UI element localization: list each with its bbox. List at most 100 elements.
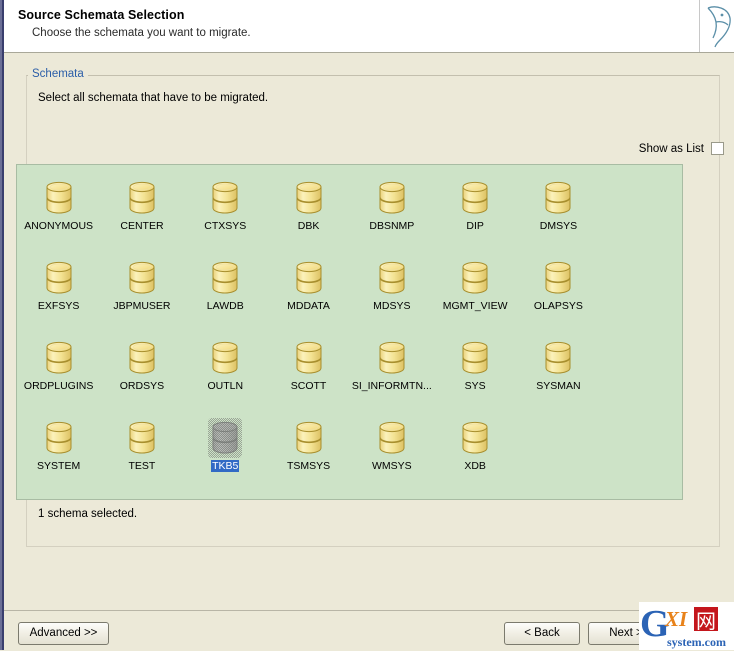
schema-item[interactable]: DBK (267, 173, 350, 253)
database-cylinder-icon (209, 179, 241, 217)
schema-item-label: TSMSYS (286, 460, 331, 472)
page-title: Source Schemata Selection (18, 8, 185, 22)
database-cylinder-icon (376, 339, 408, 377)
schema-item[interactable]: SYSTEM (17, 413, 100, 493)
schema-item[interactable]: SYSMAN (517, 333, 600, 413)
next-button[interactable]: Next > (588, 622, 664, 645)
dialog-content: Schemata Select all schemata that have t… (4, 53, 734, 610)
schema-item[interactable]: LAWDB (184, 253, 267, 333)
schemata-groupbox-legend: Schemata (28, 68, 88, 81)
schema-item[interactable]: WMSYS (350, 413, 433, 493)
database-cylinder-icon (293, 259, 325, 297)
database-cylinder-icon (43, 419, 75, 457)
schema-item[interactable]: SYS (433, 333, 516, 413)
database-cylinder-icon (126, 339, 158, 377)
database-cylinder-icon (43, 259, 75, 297)
schema-item[interactable]: TSMSYS (267, 413, 350, 493)
database-cylinder-icon (43, 339, 75, 377)
show-as-list-checkbox[interactable] (711, 142, 724, 155)
database-cylinder-icon (542, 339, 574, 377)
back-button[interactable]: < Back (504, 622, 580, 645)
database-cylinder-icon (293, 419, 325, 457)
schema-item-label: JBPMUSER (113, 300, 171, 312)
schema-item[interactable]: DMSYS (517, 173, 600, 253)
schema-item-label: ORDPLUGINS (23, 380, 94, 392)
schema-item[interactable]: CENTER (100, 173, 183, 253)
database-cylinder-icon (459, 179, 491, 217)
database-cylinder-icon (126, 419, 158, 457)
schema-item-label: CENTER (120, 220, 164, 232)
database-cylinder-icon (208, 418, 243, 458)
database-cylinder-icon (209, 259, 241, 297)
database-cylinder-icon (209, 339, 241, 377)
schema-item[interactable]: TEST (100, 413, 183, 493)
database-cylinder-icon (542, 259, 574, 297)
database-cylinder-icon (293, 339, 325, 377)
schema-item[interactable]: DBSNMP (350, 173, 433, 253)
database-cylinder-icon (459, 339, 491, 377)
instruction-text: Select all schemata that have to be migr… (38, 92, 269, 104)
database-cylinder-icon (376, 259, 408, 297)
schema-item-label: MDDATA (287, 300, 330, 312)
schema-item-label: ANONYMOUS (24, 220, 94, 232)
schema-item-label: WMSYS (372, 460, 412, 472)
schema-item[interactable]: EXFSYS (17, 253, 100, 333)
dialog-left-rail-highlight (0, 0, 2, 650)
database-cylinder-icon (459, 259, 491, 297)
schema-item-label: SYSMAN (536, 380, 581, 392)
schema-item-label: DBSNMP (369, 220, 415, 232)
database-cylinder-icon (459, 419, 491, 457)
schema-item[interactable]: MGMT_VIEW (433, 253, 516, 333)
schema-item-label: XDB (464, 460, 486, 472)
schema-item[interactable]: TKB5 (184, 413, 267, 493)
schema-item[interactable]: MDSYS (350, 253, 433, 333)
schema-item-label: SCOTT (290, 380, 327, 392)
schema-item[interactable]: SCOTT (267, 333, 350, 413)
schema-item[interactable]: ORDSYS (100, 333, 183, 413)
schema-item[interactable]: MDDATA (267, 253, 350, 333)
schemata-icon-panel[interactable]: ANONYMOUS CENTER CTXSYS DBK DBSNMP DIP DMSYS EX… (16, 164, 683, 500)
advanced-button[interactable]: Advanced >> (18, 622, 109, 645)
schema-item-label: TEST (128, 460, 156, 472)
schema-item-label: OLAPSYS (533, 300, 583, 312)
schema-item-label: MGMT_VIEW (442, 300, 508, 312)
schema-item[interactable]: SI_INFORMTN... (350, 333, 433, 413)
show-as-list-control[interactable]: Show as List (639, 142, 724, 155)
schema-item-label: SYSTEM (37, 460, 81, 472)
schema-item-label: DIP (466, 220, 484, 232)
dialog-header: Source Schemata Selection Choose the sch… (4, 0, 734, 53)
schema-item[interactable]: DIP (433, 173, 516, 253)
status-text: 1 schema selected. (38, 508, 138, 520)
database-cylinder-icon (126, 179, 158, 217)
schema-item[interactable]: OUTLN (184, 333, 267, 413)
schema-item-label: ORDSYS (119, 380, 165, 392)
schema-item-label: DMSYS (539, 220, 578, 232)
schema-item-label: EXFSYS (37, 300, 80, 312)
source-schemata-selection-dialog: Source Schemata Selection Choose the sch… (0, 0, 734, 651)
mysql-dolphin-icon (699, 0, 734, 52)
schema-item-label: TKB5 (211, 460, 240, 472)
schema-item[interactable]: CTXSYS (184, 173, 267, 253)
schema-item-label: DBK (297, 220, 320, 232)
show-as-list-label: Show as List (638, 142, 704, 155)
schema-item-label: MDSYS (373, 300, 411, 312)
schema-item-label: SI_INFORMTN... (351, 380, 432, 392)
schema-item[interactable]: JBPMUSER (100, 253, 183, 333)
schema-item-label: OUTLN (207, 380, 244, 392)
database-cylinder-icon (376, 179, 408, 217)
database-cylinder-icon (293, 179, 325, 217)
schema-item[interactable]: ORDPLUGINS (17, 333, 100, 413)
schema-item[interactable]: ANONYMOUS (17, 173, 100, 253)
dialog-footer: Advanced >> < Back Next > (4, 610, 734, 651)
schema-item-label: CTXSYS (204, 220, 247, 232)
database-cylinder-icon (542, 179, 574, 217)
schema-item-label: SYS (464, 380, 486, 392)
database-cylinder-icon (126, 259, 158, 297)
schema-item[interactable]: OLAPSYS (517, 253, 600, 333)
schema-item[interactable]: XDB (433, 413, 516, 493)
schemata-icon-grid: ANONYMOUS CENTER CTXSYS DBK DBSNMP DIP DMSYS EX… (17, 165, 682, 493)
page-subtitle: Choose the schemata you want to migrate. (32, 27, 251, 39)
database-cylinder-icon (376, 419, 408, 457)
database-cylinder-icon (43, 179, 75, 217)
schema-item-label: LAWDB (206, 300, 244, 312)
